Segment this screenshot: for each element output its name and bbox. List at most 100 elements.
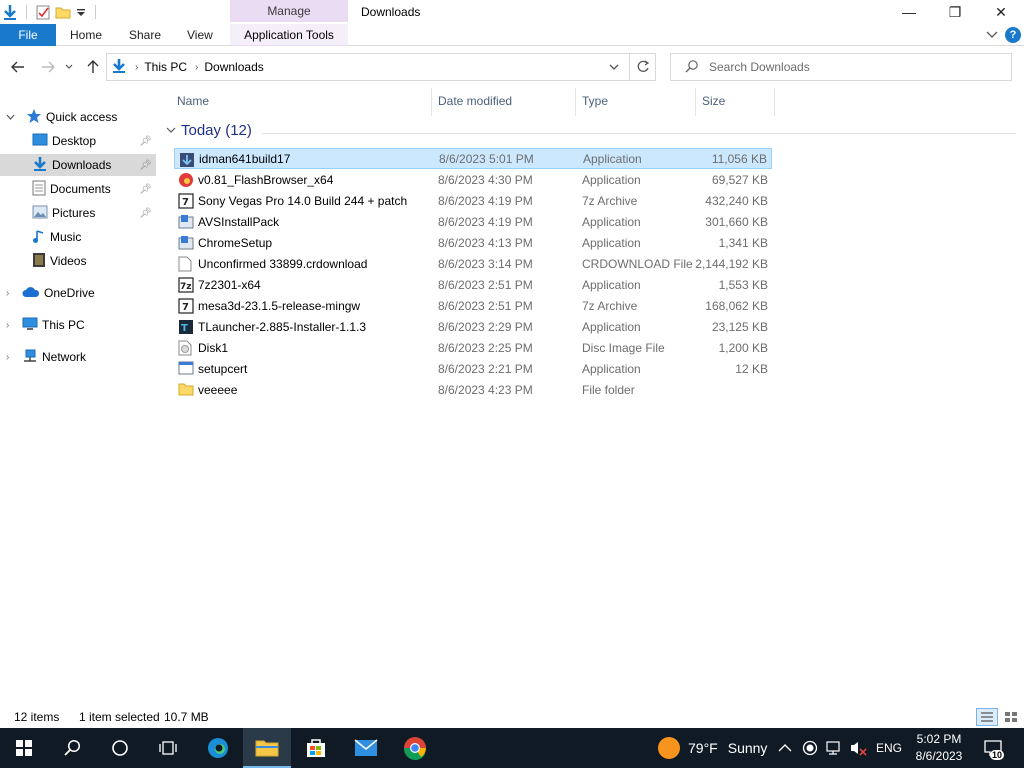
file-date-modified: 8/6/2023 2:51 PM — [438, 298, 533, 313]
start-button[interactable] — [0, 728, 48, 768]
column-header-name[interactable]: Name — [177, 94, 209, 108]
manage-context-tab[interactable]: Manage — [230, 0, 348, 22]
address-bar[interactable]: › This PC › Downloads — [106, 53, 630, 81]
tab-view[interactable]: View — [187, 24, 213, 46]
nav-downloads[interactable]: Downloads 📌︎ — [0, 154, 156, 176]
column-header-date[interactable]: Date modified — [438, 94, 512, 108]
weather-widget[interactable]: 79°F Sunny — [658, 728, 767, 768]
nav-onedrive[interactable]: › OneDrive — [0, 282, 156, 304]
tab-share[interactable]: Share — [129, 24, 161, 46]
breadcrumb-chevron-icon[interactable]: › — [135, 62, 138, 73]
back-arrow-icon[interactable] — [8, 56, 28, 78]
file-row[interactable]: 7 mesa3d-23.1.5-release-mingw 8/6/2023 2:5… — [174, 295, 772, 316]
file-row[interactable]: 7z 7z2301-x64 8/6/2023 2:51 PM Application 1… — [174, 274, 772, 295]
file-tab[interactable]: File — [0, 24, 56, 46]
expand-chevron-icon[interactable]: › — [6, 288, 9, 299]
file-row[interactable]: Unconfirmed 33899.crdownload 8/6/2023 3:1… — [174, 253, 772, 274]
downloads-icon — [32, 156, 48, 175]
file-row[interactable]: T TLauncher-2.885-Installer-1.1.3 8/6/2023… — [174, 316, 772, 337]
nav-desktop[interactable]: Desktop 📌︎ — [0, 130, 156, 152]
forward-arrow-icon[interactable] — [38, 56, 58, 78]
cortana-button[interactable] — [96, 728, 144, 768]
file-date-modified: 8/6/2023 4:19 PM — [438, 214, 533, 229]
taskbar-edge[interactable] — [194, 728, 242, 768]
search-icon — [685, 59, 699, 76]
file-row[interactable]: setupcert 8/6/2023 2:21 PM Application 12 K… — [174, 358, 772, 379]
breadcrumb-chevron-icon[interactable]: › — [195, 62, 198, 73]
file-row[interactable]: AVSInstallPack 8/6/2023 4:19 PM Applicatio… — [174, 211, 772, 232]
file-name: veeeee — [198, 382, 238, 397]
minimize-button[interactable]: — — [886, 0, 932, 24]
nav-videos[interactable]: Videos — [0, 250, 156, 272]
file-row[interactable]: Disk1 8/6/2023 2:25 PM Disc Image File 1,20… — [174, 337, 772, 358]
app-window-icon — [178, 361, 194, 377]
column-divider[interactable] — [431, 88, 432, 116]
large-icons-view-button[interactable] — [1000, 708, 1022, 726]
customize-toolbar-icon[interactable] — [73, 1, 89, 23]
details-view-button[interactable] — [976, 708, 998, 726]
expand-chevron-icon[interactable]: › — [6, 320, 9, 331]
help-icon[interactable]: ? — [1004, 26, 1022, 44]
task-view-button[interactable] — [144, 728, 192, 768]
nav-label: Music — [50, 230, 82, 244]
search-input[interactable]: Search Downloads — [670, 53, 1012, 81]
recent-locations-icon[interactable] — [62, 56, 76, 78]
language-indicator[interactable]: ENG — [876, 728, 902, 768]
nav-documents[interactable]: Documents 📌︎ — [0, 178, 156, 200]
record-indicator[interactable] — [802, 728, 818, 768]
taskbar-mail[interactable] — [342, 728, 390, 768]
notification-center-button[interactable]: 10 — [984, 728, 1005, 768]
search-button[interactable] — [48, 728, 96, 768]
maximize-button[interactable]: ❐ — [932, 0, 978, 24]
file-row[interactable]: v0.81_FlashBrowser_x64 8/6/2023 4:30 PM Ap… — [174, 169, 772, 190]
column-divider[interactable] — [774, 88, 775, 116]
file-row[interactable]: idman641build17 8/6/2023 5:01 PM Applicati… — [174, 148, 772, 169]
file-name: 7z2301-x64 — [198, 277, 261, 292]
column-divider[interactable] — [695, 88, 696, 116]
expand-chevron-icon[interactable]: › — [6, 352, 9, 363]
column-divider[interactable] — [575, 88, 576, 116]
taskbar-file-explorer[interactable] — [243, 728, 291, 768]
column-header-size[interactable]: Size — [702, 94, 725, 108]
properties-icon[interactable] — [33, 1, 53, 23]
nav-network[interactable]: › Network — [0, 346, 156, 368]
file-type: Application — [582, 319, 641, 334]
file-row[interactable]: veeeee 8/6/2023 4:23 PM File folder — [174, 379, 772, 400]
taskbar-chrome[interactable] — [391, 728, 439, 768]
system-clock[interactable]: 5:02 PM 8/6/2023 — [908, 731, 970, 765]
edge-icon — [208, 738, 228, 758]
tab-application-tools[interactable]: Application Tools — [230, 24, 348, 46]
tab-home[interactable]: Home — [70, 24, 102, 46]
taskbar-store[interactable] — [292, 728, 340, 768]
breadcrumb-downloads[interactable]: Downloads — [204, 60, 263, 74]
up-arrow-icon[interactable] — [83, 56, 103, 78]
file-name: idman641build17 — [199, 151, 291, 166]
nav-pictures[interactable]: Pictures 📌︎ — [0, 202, 156, 224]
network-tray-button[interactable] — [826, 728, 844, 768]
nav-label: Documents — [50, 182, 111, 196]
new-folder-icon[interactable] — [53, 1, 73, 23]
close-button[interactable]: ✕ — [978, 0, 1024, 24]
file-date-modified: 8/6/2023 2:25 PM — [438, 340, 533, 355]
nav-music[interactable]: Music — [0, 226, 156, 248]
download-arrow-icon[interactable] — [0, 1, 20, 23]
collapse-chevron-icon[interactable] — [6, 112, 15, 123]
group-header[interactable]: Today (12) — [166, 122, 252, 139]
nav-quick-access[interactable]: Quick access — [0, 106, 156, 128]
file-row[interactable]: ChromeSetup 8/6/2023 4:13 PM Application 1,… — [174, 232, 772, 253]
group-label: Today (12) — [181, 122, 252, 139]
svg-text:7: 7 — [182, 302, 189, 313]
expand-ribbon-icon[interactable] — [982, 26, 1002, 44]
refresh-button[interactable] — [630, 53, 656, 81]
flash-icon — [178, 172, 194, 188]
show-hidden-icons-button[interactable] — [778, 728, 792, 768]
volume-button[interactable] — [850, 728, 868, 768]
address-dropdown-icon[interactable] — [609, 60, 619, 74]
nav-this-pc[interactable]: › This PC — [0, 314, 156, 336]
title-bar: Manage Downloads — ❐ ✕ — [0, 0, 1024, 24]
file-row[interactable]: 7 Sony Vegas Pro 14.0 Build 244 + patch 8/… — [174, 190, 772, 211]
file-date-modified: 8/6/2023 4:30 PM — [438, 172, 533, 187]
blank-file-icon — [178, 256, 194, 272]
column-header-type[interactable]: Type — [582, 94, 608, 108]
breadcrumb-this-pc[interactable]: This PC — [144, 60, 187, 74]
